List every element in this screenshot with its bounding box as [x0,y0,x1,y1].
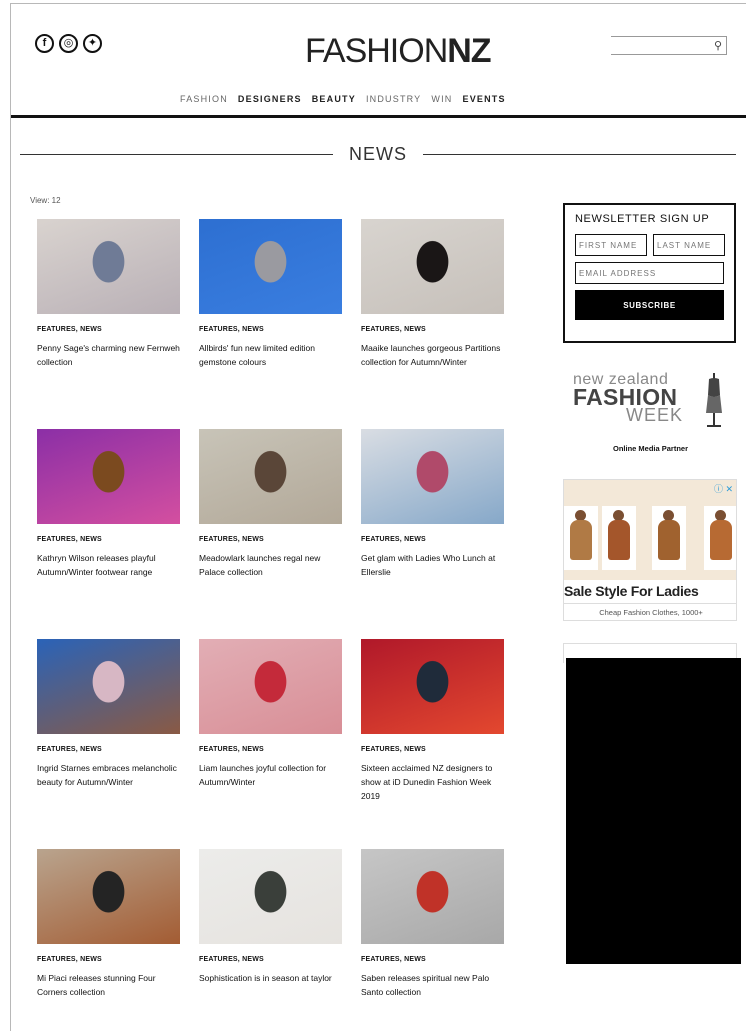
nav-item-beauty[interactable]: BEAUTY [312,94,356,104]
ad-headline: Sale Style For Ladies [564,583,699,599]
article-card[interactable]: FEATURES, NEWS Kathryn Wilson releases pl… [37,429,182,579]
article-title[interactable]: Sophistication is in season at taylor [199,971,344,985]
article-card[interactable]: FEATURES, NEWS Penny Sage's charming new … [37,219,182,369]
article-thumbnail[interactable] [37,219,180,314]
article-card[interactable]: FEATURES, NEWS Ingrid Starnes embraces me… [37,639,182,789]
nav-item-industry[interactable]: INDUSTRY [366,94,421,104]
article-card[interactable]: FEATURES, NEWS Saben releases spiritual n… [361,849,506,999]
ad-choices-icon[interactable]: ⓘ ✕ [714,482,733,495]
article-thumbnail[interactable] [361,639,504,734]
newsletter-heading: NEWSLETTER SIGN UP [575,213,710,225]
heading-rule-left [20,154,333,155]
article-card[interactable]: FEATURES, NEWS Allbirds' fun new limited … [199,219,344,369]
nav-item-designers[interactable]: DESIGNERS [238,94,302,104]
email-field[interactable] [575,262,724,284]
article-category[interactable]: FEATURES, NEWS [37,956,182,963]
instagram-icon[interactable]: ◎ [59,34,78,53]
article-title[interactable]: Mi Piaci releases stunning Four Corners … [37,971,182,999]
advertisement[interactable]: ⓘ ✕ Sale Style For Ladies Cheap Fashion … [563,479,737,621]
logo-text-bold: NZ [447,32,491,70]
article-title[interactable]: Saben releases spiritual new Palo Santo … [361,971,506,999]
newsletter-widget: NEWSLETTER SIGN UP SUBSCRIBE [563,203,736,343]
article-thumbnail[interactable] [37,429,180,524]
article-category[interactable]: FEATURES, NEWS [199,746,344,753]
article-thumbnail[interactable] [37,639,180,734]
article-title[interactable]: Allbirds' fun new limited edition gemsto… [199,341,344,369]
search-icon[interactable]: ⚲ [714,39,722,52]
search-box: ⚲ [611,36,727,55]
ad-divider [564,603,736,604]
article-category[interactable]: FEATURES, NEWS [37,536,182,543]
article-thumbnail[interactable] [199,639,342,734]
article-title[interactable]: Ingrid Starnes embraces melancholic beau… [37,761,182,789]
last-name-field[interactable] [653,234,725,256]
ad-subtext: Cheap Fashion Clothes, 1000+ [599,608,703,617]
heading-rule-right [423,154,736,155]
article-thumbnail[interactable] [37,849,180,944]
ad-placeholder-block[interactable] [566,658,741,964]
header-divider [11,115,746,118]
section-title: NEWS [349,144,407,164]
article-title[interactable]: Get glam with Ladies Who Lunch at Ellers… [361,551,506,579]
ad-product [704,506,736,570]
article-category[interactable]: FEATURES, NEWS [199,536,344,543]
article-category[interactable]: FEATURES, NEWS [37,326,182,333]
article-thumbnail[interactable] [199,429,342,524]
mannequin-icon [706,373,722,427]
article-category[interactable]: FEATURES, NEWS [361,536,506,543]
section-heading: NEWS [20,144,736,165]
article-title[interactable]: Meadowlark launches regal new Palace col… [199,551,344,579]
ad-product-strip [564,480,736,580]
article-thumbnail[interactable] [361,849,504,944]
article-title[interactable]: Penny Sage's charming new Fernweh collec… [37,341,182,369]
article-card[interactable]: FEATURES, NEWS Maaike launches gorgeous P… [361,219,506,369]
main-nav: FASHION DESIGNERS BEAUTY INDUSTRY WIN EVENTS [180,94,506,104]
subscribe-button[interactable]: SUBSCRIBE [575,290,724,320]
site-logo[interactable]: FASHIONNZ [305,32,492,71]
article-card[interactable]: FEATURES, NEWS Meadowlark launches regal … [199,429,344,579]
first-name-field[interactable] [575,234,647,256]
ad-product [602,506,636,570]
article-title[interactable]: Liam launches joyful collection for Autu… [199,761,344,789]
nav-item-events[interactable]: EVENTS [463,94,506,104]
media-partner-label: Online Media Partner [612,444,689,453]
article-title[interactable]: Sixteen acclaimed NZ designers to show a… [361,761,506,803]
nzfw-logo[interactable]: new zealand FASHION WEEK [573,372,728,433]
nav-item-fashion[interactable]: FASHION [180,94,228,104]
article-card[interactable]: FEATURES, NEWS Mi Piaci releases stunning… [37,849,182,999]
article-thumbnail[interactable] [361,429,504,524]
ad-product [652,506,686,570]
article-category[interactable]: FEATURES, NEWS [199,326,344,333]
search-input[interactable] [611,37,707,54]
nav-item-win[interactable]: WIN [431,94,452,104]
article-thumbnail[interactable] [361,219,504,314]
article-card[interactable]: FEATURES, NEWS Liam launches joyful colle… [199,639,344,789]
article-category[interactable]: FEATURES, NEWS [361,746,506,753]
ad-product [564,506,598,570]
facebook-icon[interactable]: f [35,34,54,53]
article-title[interactable]: Kathryn Wilson releases playful Autumn/W… [37,551,182,579]
article-category[interactable]: FEATURES, NEWS [361,326,506,333]
article-category[interactable]: FEATURES, NEWS [361,956,506,963]
logo-text-light: FASHION [305,32,448,70]
article-card[interactable]: FEATURES, NEWS Get glam with Ladies Who L… [361,429,506,579]
article-thumbnail[interactable] [199,849,342,944]
view-count[interactable]: View: 12 [30,196,61,205]
article-thumbnail[interactable] [199,219,342,314]
article-card[interactable]: FEATURES, NEWS Sophistication is in seaso… [199,849,344,985]
twitter-icon[interactable]: ✦ [83,34,102,53]
article-category[interactable]: FEATURES, NEWS [199,956,344,963]
article-category[interactable]: FEATURES, NEWS [37,746,182,753]
social-links: f ◎ ✦ [35,34,102,53]
article-title[interactable]: Maaike launches gorgeous Partitions coll… [361,341,506,369]
article-card[interactable]: FEATURES, NEWS Sixteen acclaimed NZ desig… [361,639,506,803]
